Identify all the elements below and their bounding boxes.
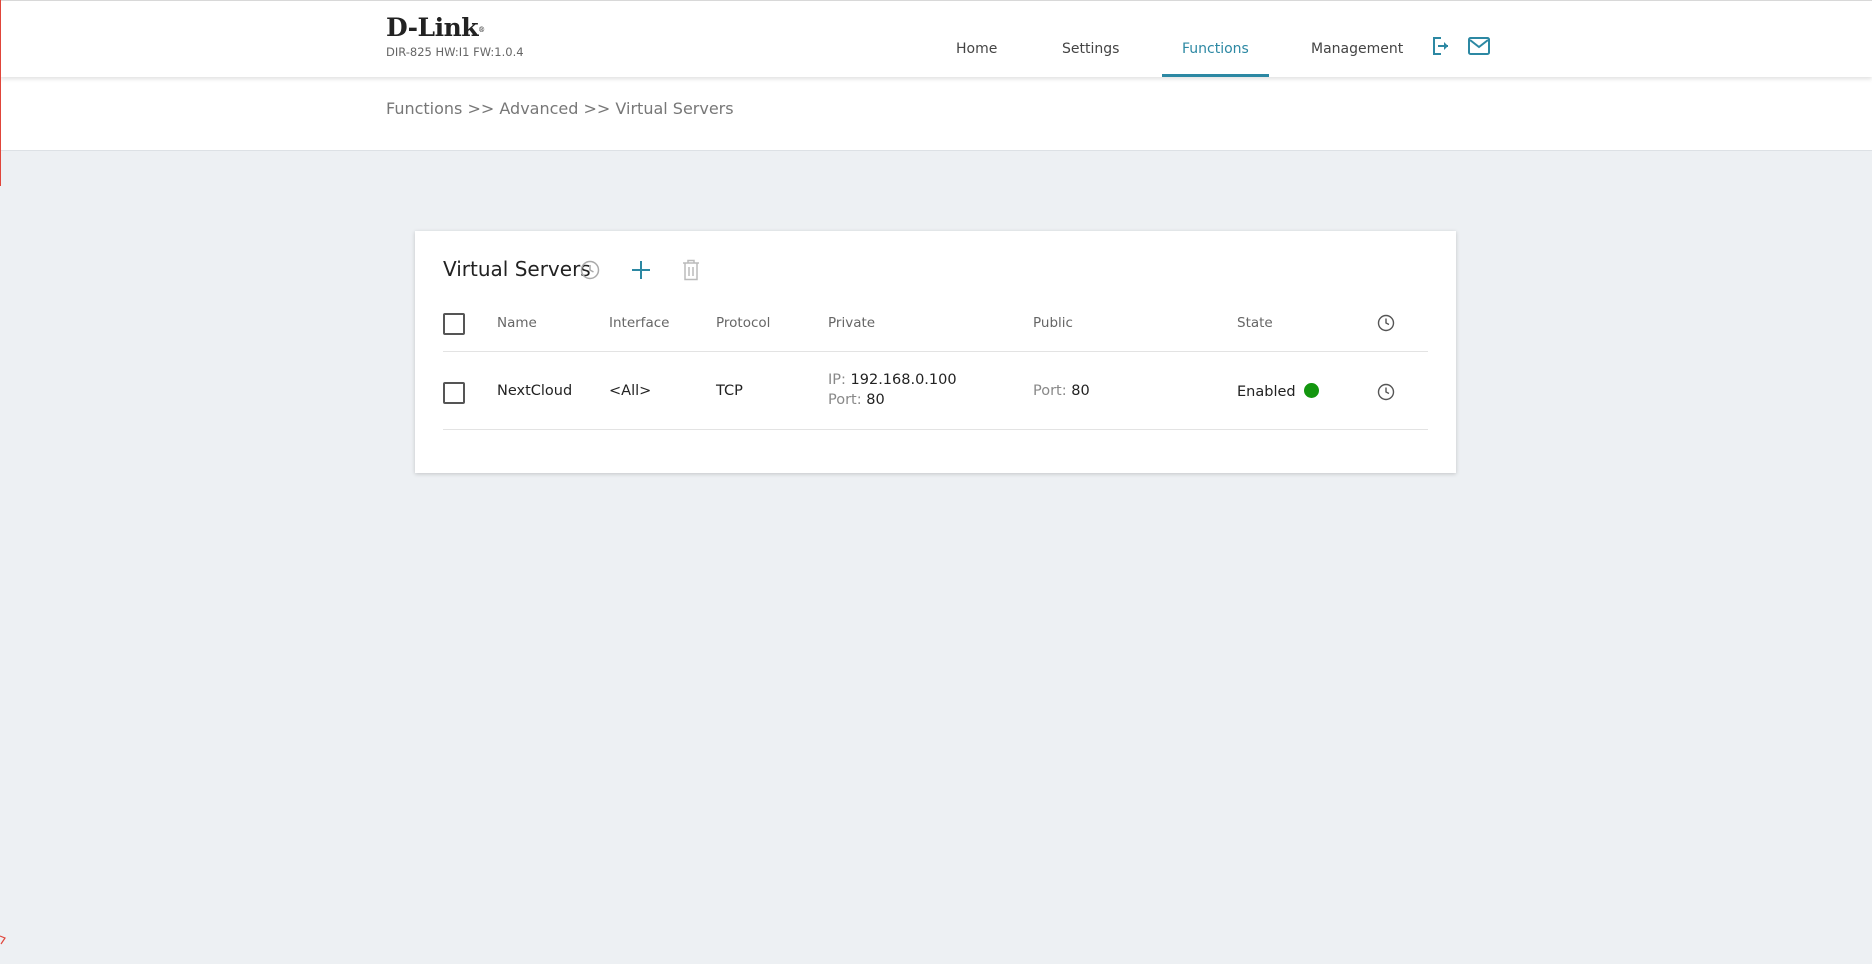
private-port-label: Port: (828, 392, 862, 408)
row-name: NextCloud (497, 383, 573, 399)
breadcrumb-functions[interactable]: Functions (386, 99, 462, 118)
trash-icon[interactable] (681, 258, 701, 282)
enabled-status-dot (1303, 383, 1319, 398)
breadcrumb-advanced[interactable]: Advanced (499, 99, 578, 118)
row-checkbox[interactable] (443, 382, 465, 404)
schedule-icon[interactable] (1377, 383, 1395, 401)
col-private: Private (828, 315, 876, 331)
row-interface: <All> (609, 383, 652, 399)
plus-icon[interactable] (629, 258, 653, 282)
private-port-value: 80 (866, 392, 885, 408)
row-private-ip: IP: 192.168.0.100 (828, 372, 957, 388)
col-interface: Interface (609, 315, 670, 331)
row-public-port: Port: 80 (1033, 383, 1090, 399)
logout-icon[interactable] (1429, 34, 1453, 58)
top-bar: D-Link® DIR-825 HW:I1 FW:1.0.4 Home Sett… (0, 0, 1872, 77)
window-edge-marker (0, 0, 1, 186)
breadcrumb-virtual-servers: Virtual Servers (615, 99, 734, 118)
nav-functions[interactable]: Functions (1162, 1, 1269, 77)
nav-home[interactable]: Home (956, 1, 997, 77)
schedule-column-icon (1377, 314, 1395, 332)
dlink-logo: D-Link® (386, 13, 485, 42)
mail-icon[interactable] (1467, 34, 1491, 58)
brand: D-Link® DIR-825 HW:I1 FW:1.0.4 (386, 13, 524, 60)
breadcrumb-bar: Functions >> Advanced >> Virtual Servers (0, 77, 1872, 151)
private-ip-value: 192.168.0.100 (850, 372, 957, 388)
active-tab-indicator (1162, 74, 1269, 77)
breadcrumb-separator: >> (467, 99, 495, 118)
panel-title: Virtual Servers (443, 257, 591, 281)
device-model: DIR-825 HW:I1 FW:1.0.4 (386, 45, 524, 59)
row-divider (443, 429, 1428, 430)
public-port-label: Port: (1033, 383, 1067, 399)
row-state: Enabled (1237, 383, 1319, 400)
virtual-servers-panel: Virtual Servers Name Interface Protocol … (415, 231, 1456, 473)
corner-marker (0, 935, 6, 945)
private-ip-label: IP: (828, 372, 846, 388)
nav-settings[interactable]: Settings (1062, 1, 1119, 77)
col-state: State (1237, 315, 1273, 331)
row-private-port: Port: 80 (828, 392, 885, 408)
state-label: Enabled (1237, 384, 1296, 400)
clock-icon[interactable] (580, 260, 600, 280)
header-divider (443, 351, 1428, 352)
public-port-value: 80 (1071, 383, 1090, 399)
breadcrumb: Functions >> Advanced >> Virtual Servers (386, 99, 734, 118)
select-all-checkbox[interactable] (443, 313, 465, 335)
nav-management[interactable]: Management (1311, 1, 1403, 77)
breadcrumb-separator: >> (583, 99, 611, 118)
col-name: Name (497, 315, 537, 331)
col-public: Public (1033, 315, 1073, 331)
col-protocol: Protocol (716, 315, 771, 331)
row-protocol: TCP (716, 383, 743, 399)
